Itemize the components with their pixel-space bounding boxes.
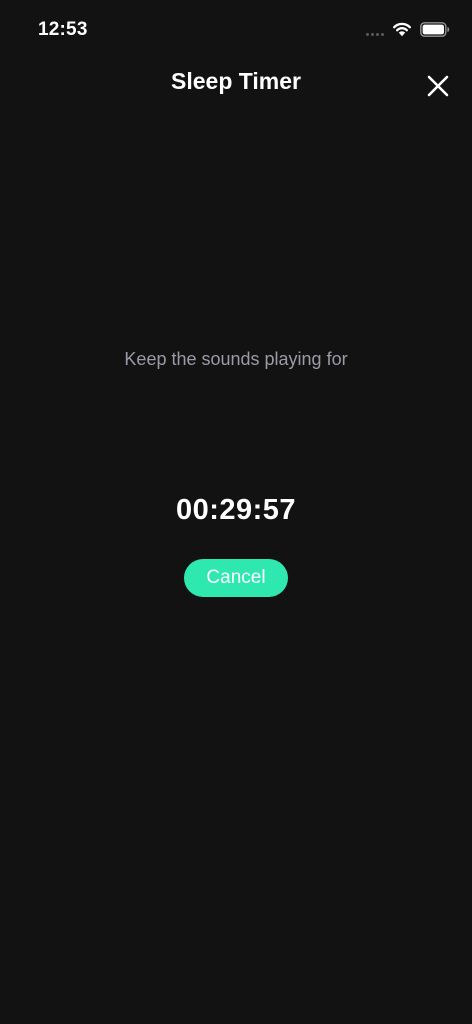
signal-dots-icon xyxy=(366,33,384,36)
status-time: 12:53 xyxy=(38,19,88,40)
countdown-display: 00:29:57 xyxy=(175,494,297,526)
timer-subtitle: Keep the sounds playing for xyxy=(124,349,348,369)
wifi-icon xyxy=(393,22,411,37)
cancel-button[interactable]: Cancel xyxy=(184,559,288,597)
close-icon xyxy=(427,75,449,97)
battery-icon xyxy=(420,22,450,37)
status-bar: 12:53 xyxy=(0,0,472,60)
close-button[interactable] xyxy=(420,68,456,104)
page-title: Sleep Timer xyxy=(171,68,301,94)
